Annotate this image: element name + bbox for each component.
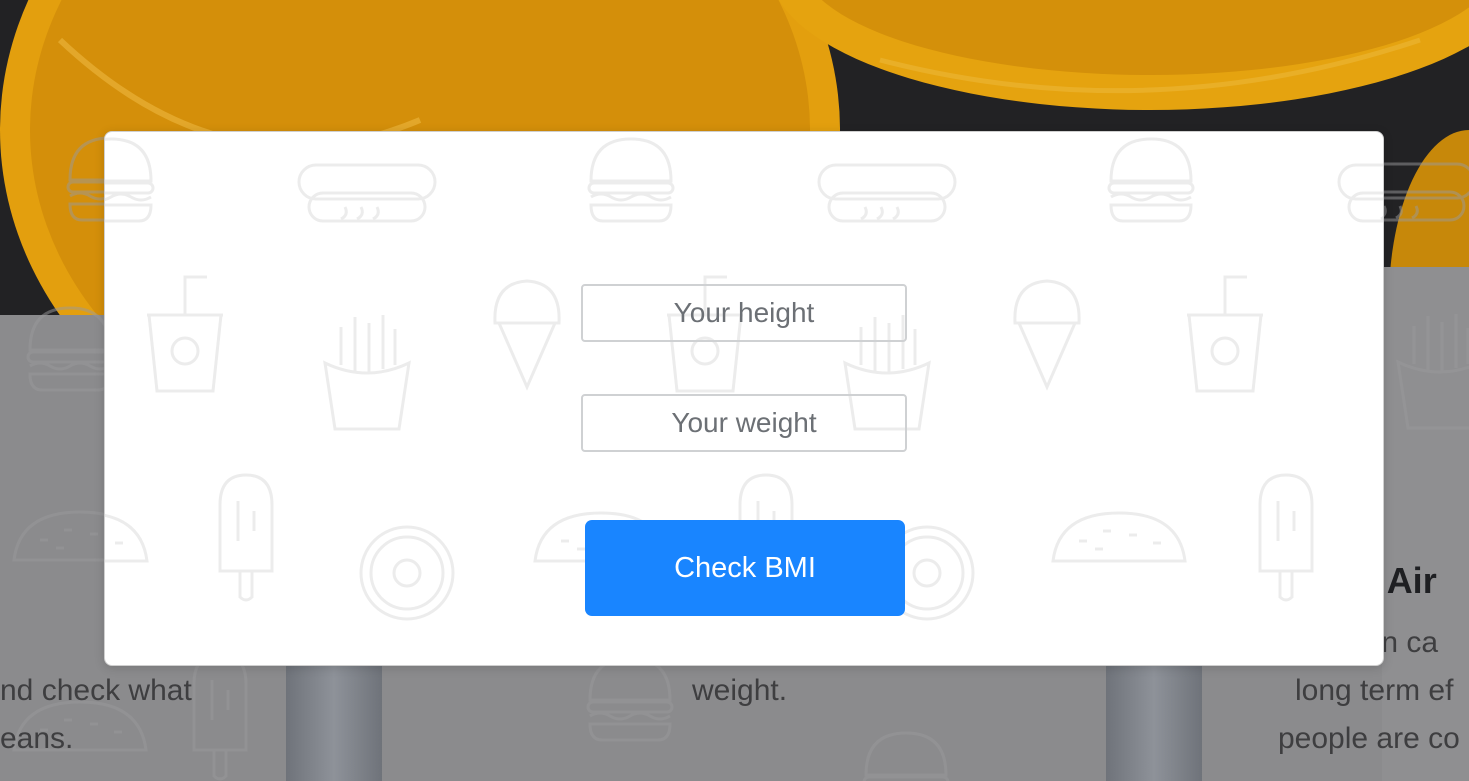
check-bmi-button[interactable]: Check BMI xyxy=(585,520,905,616)
bmi-modal: Check BMI xyxy=(104,131,1384,666)
height-input[interactable] xyxy=(581,284,907,342)
weight-input[interactable] xyxy=(581,394,907,452)
